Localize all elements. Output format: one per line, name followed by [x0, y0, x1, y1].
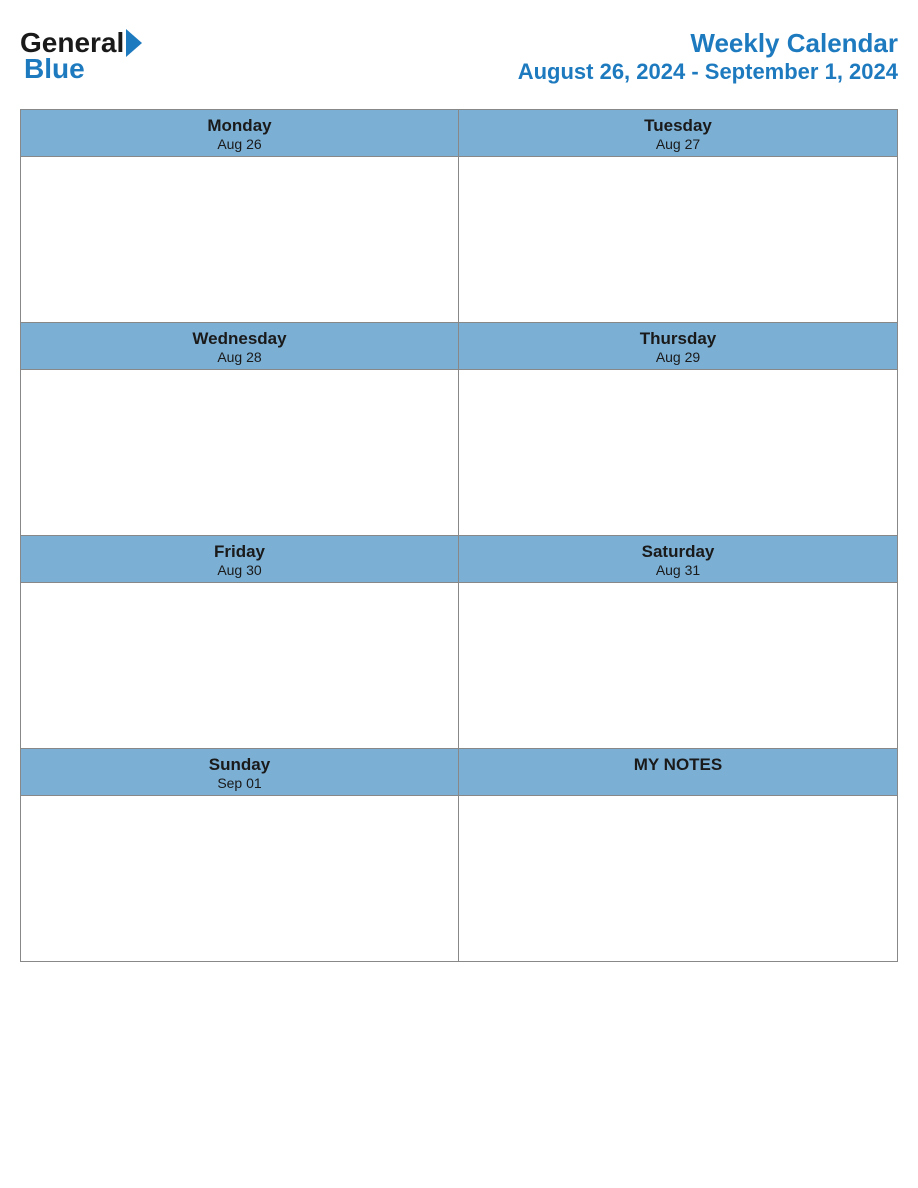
- wednesday-name: Wednesday: [21, 329, 458, 349]
- header-right: Weekly Calendar August 26, 2024 - Septem…: [518, 28, 898, 85]
- friday-content[interactable]: [21, 583, 459, 748]
- monday-header: Monday Aug 26: [21, 110, 459, 156]
- logo-blue-text: Blue: [20, 53, 85, 85]
- tuesday-header: Tuesday Aug 27: [459, 110, 897, 156]
- tuesday-content[interactable]: [459, 157, 897, 322]
- row-monday-tuesday: Monday Aug 26 Tuesday Aug 27: [21, 110, 897, 322]
- row-friday-saturday: Friday Aug 30 Saturday Aug 31: [21, 535, 897, 748]
- notes-content[interactable]: [459, 796, 897, 961]
- row-wednesday-thursday: Wednesday Aug 28 Thursday Aug 29: [21, 322, 897, 535]
- monday-date: Aug 26: [21, 136, 458, 152]
- header-cells-row4: Sunday Sep 01 MY NOTES: [21, 749, 897, 796]
- sunday-content[interactable]: [21, 796, 459, 961]
- saturday-header: Saturday Aug 31: [459, 536, 897, 582]
- monday-content[interactable]: [21, 157, 459, 322]
- notes-label: MY NOTES: [459, 755, 897, 775]
- calendar-title: Weekly Calendar: [518, 28, 898, 59]
- monday-name: Monday: [21, 116, 458, 136]
- notes-header: MY NOTES: [459, 749, 897, 795]
- content-cells-row4: [21, 796, 897, 961]
- header-cells-row1: Monday Aug 26 Tuesday Aug 27: [21, 110, 897, 157]
- page: General Blue Weekly Calendar August 26, …: [20, 20, 898, 962]
- thursday-date: Aug 29: [459, 349, 897, 365]
- friday-date: Aug 30: [21, 562, 458, 578]
- tuesday-name: Tuesday: [459, 116, 897, 136]
- content-cells-row3: [21, 583, 897, 748]
- header-cells-row3: Friday Aug 30 Saturday Aug 31: [21, 536, 897, 583]
- calendar-date-range: August 26, 2024 - September 1, 2024: [518, 59, 898, 85]
- thursday-name: Thursday: [459, 329, 897, 349]
- saturday-name: Saturday: [459, 542, 897, 562]
- friday-name: Friday: [21, 542, 458, 562]
- content-cells-row1: [21, 157, 897, 322]
- sunday-name: Sunday: [21, 755, 458, 775]
- calendar-grid: Monday Aug 26 Tuesday Aug 27 Wednesday A…: [20, 109, 898, 962]
- content-cells-row2: [21, 370, 897, 535]
- header: General Blue Weekly Calendar August 26, …: [20, 20, 898, 93]
- friday-header: Friday Aug 30: [21, 536, 459, 582]
- wednesday-content[interactable]: [21, 370, 459, 535]
- header-cells-row2: Wednesday Aug 28 Thursday Aug 29: [21, 323, 897, 370]
- thursday-header: Thursday Aug 29: [459, 323, 897, 369]
- saturday-date: Aug 31: [459, 562, 897, 578]
- tuesday-date: Aug 27: [459, 136, 897, 152]
- wednesday-header: Wednesday Aug 28: [21, 323, 459, 369]
- wednesday-date: Aug 28: [21, 349, 458, 365]
- saturday-content[interactable]: [459, 583, 897, 748]
- sunday-date: Sep 01: [21, 775, 458, 791]
- row-sunday-notes: Sunday Sep 01 MY NOTES: [21, 748, 897, 961]
- thursday-content[interactable]: [459, 370, 897, 535]
- sunday-header: Sunday Sep 01: [21, 749, 459, 795]
- logo-triangle-icon: [126, 29, 142, 57]
- logo: General Blue: [20, 29, 142, 85]
